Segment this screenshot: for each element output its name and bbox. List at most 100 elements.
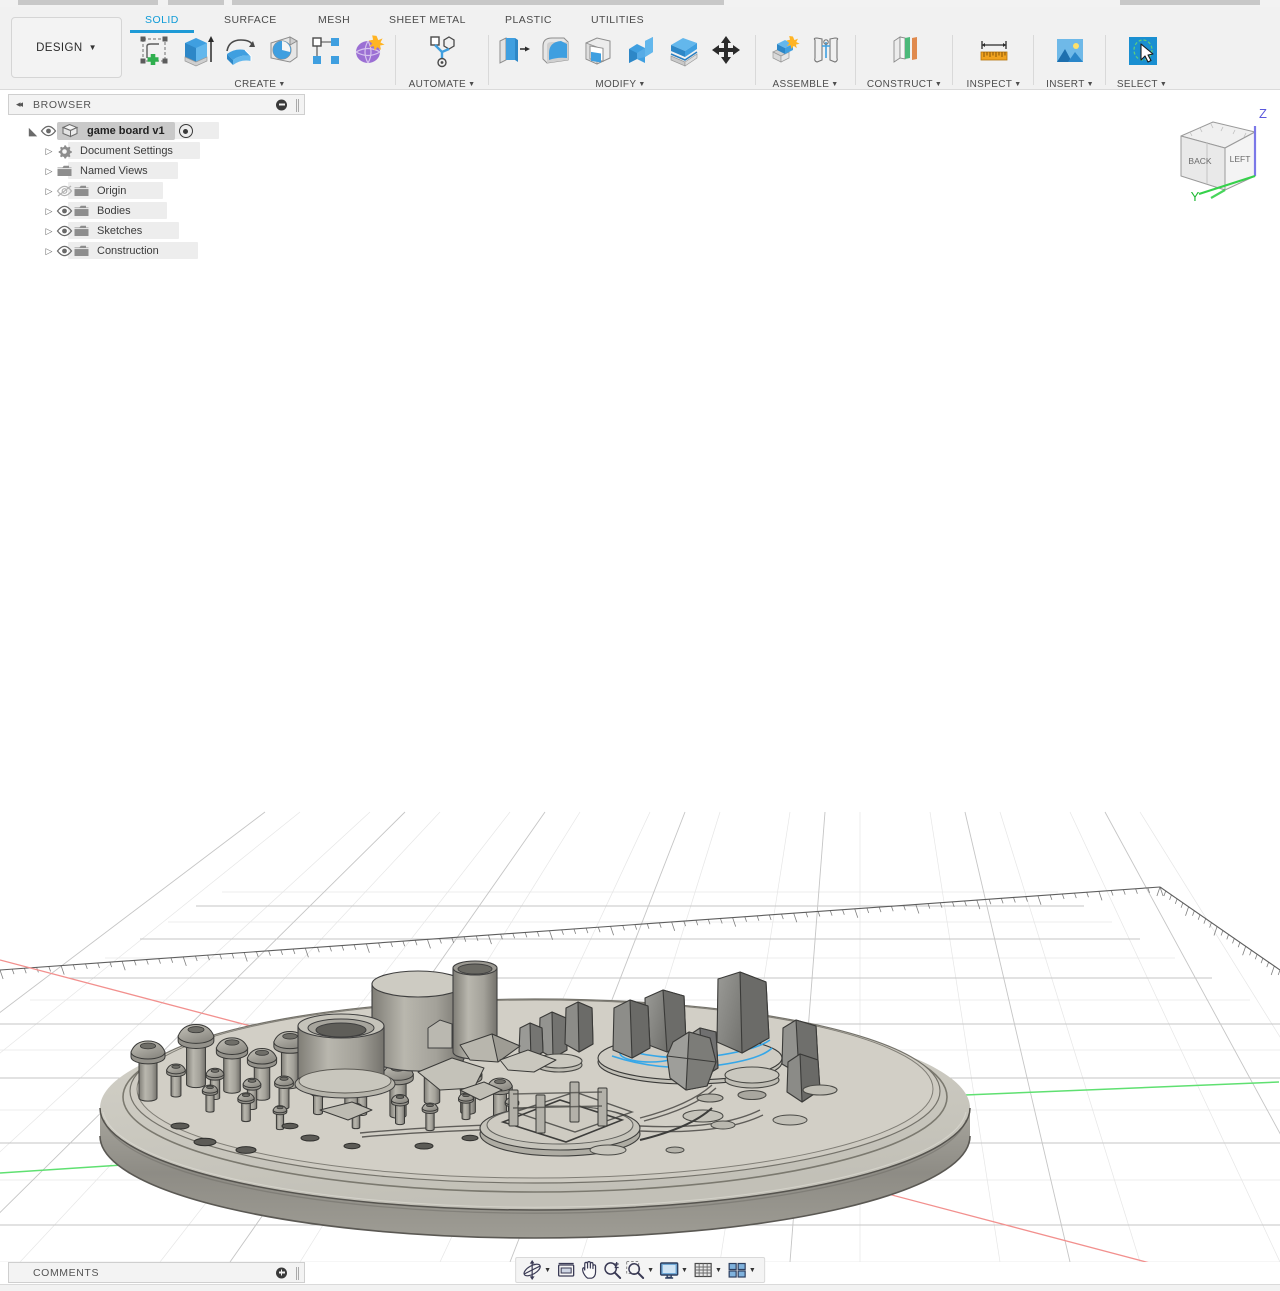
joint-icon[interactable]: [807, 32, 845, 72]
ribbon-tab-surface[interactable]: SURFACE: [224, 14, 277, 26]
offset-face-icon[interactable]: [665, 32, 703, 72]
zoom-icon[interactable]: [601, 1258, 623, 1282]
extrude-icon[interactable]: [178, 32, 216, 72]
pattern-icon[interactable]: [307, 32, 345, 72]
ribbon-tab-plastic[interactable]: PLASTIC: [505, 14, 552, 26]
viewcube-back-label: BACK: [1188, 156, 1211, 166]
view-cube[interactable]: BACK LEFT Z Y: [1159, 102, 1277, 202]
automate-icon[interactable]: [423, 32, 461, 72]
select-icon[interactable]: [1123, 32, 1161, 72]
browser-tree: ◢ game board v1▷Document Settings▷Named V…: [8, 115, 305, 261]
browser-tree-item-named-views[interactable]: ▷Named Views: [8, 161, 305, 181]
ribbon-group-label-insert[interactable]: INSERT▼: [1040, 79, 1100, 90]
revolve-icon[interactable]: [221, 32, 259, 72]
ribbon-group-label-assemble[interactable]: ASSEMBLE▼: [763, 79, 848, 90]
chevron-down-icon[interactable]: ▼: [681, 1267, 688, 1274]
chrome-seg-right: [1120, 0, 1260, 5]
shell-icon[interactable]: [579, 32, 617, 72]
fillet-icon[interactable]: [536, 32, 574, 72]
chevron-down-icon: ▼: [1014, 81, 1021, 88]
eye-hidden-icon[interactable]: [56, 184, 73, 198]
chevron-down-icon[interactable]: ▼: [715, 1267, 722, 1274]
ribbon-group-separator: [952, 35, 953, 85]
ribbon-tab-sheet-metal[interactable]: SHEET METAL: [389, 14, 466, 26]
ribbon-group-inspect: INSPECT▼: [960, 32, 1028, 90]
tree-item-label: Construction: [97, 245, 159, 257]
board-washer: [415, 1143, 433, 1149]
grid-snaps-icon[interactable]: ▼: [692, 1258, 725, 1282]
chevron-down-icon[interactable]: ▼: [749, 1267, 756, 1274]
new-component-icon[interactable]: [767, 32, 805, 72]
ribbon-group-separator: [855, 35, 856, 85]
eye-visible-icon[interactable]: [56, 224, 73, 238]
ribbon-group-label-create[interactable]: CREATE▼: [135, 79, 385, 90]
sweep-icon[interactable]: [264, 32, 302, 72]
ribbon-tab-label: SHEET METAL: [389, 14, 466, 26]
zoom-window-icon[interactable]: ▼: [624, 1258, 657, 1282]
expand-arrow-closed-icon[interactable]: ▷: [42, 146, 56, 157]
minus-circle-icon[interactable]: [276, 99, 287, 110]
eye-visible-icon[interactable]: [56, 204, 73, 218]
grid-ruler-ticks: [0, 887, 1280, 979]
browser-tree-item-game-board-v1[interactable]: ◢ game board v1: [8, 121, 305, 141]
viewcube-z-label: Z: [1259, 106, 1267, 121]
pan-icon[interactable]: [578, 1258, 600, 1282]
expand-arrow-closed-icon[interactable]: ▷: [42, 186, 56, 197]
ribbon-group-label-automate[interactable]: AUTOMATE▼: [400, 79, 484, 90]
ribbon-group-insert: INSERT▼: [1040, 32, 1100, 90]
comments-panel: COMMENTS: [8, 1262, 305, 1283]
combine-icon[interactable]: [622, 32, 660, 72]
ribbon-group-label-modify[interactable]: MODIFY▼: [493, 79, 748, 90]
look-at-icon[interactable]: [555, 1258, 577, 1282]
ribbon-tab-solid[interactable]: SOLID: [145, 14, 179, 26]
viewcube-left-label: LEFT: [1230, 154, 1251, 164]
chevron-down-icon: ▼: [935, 81, 942, 88]
insert-image-icon[interactable]: [1051, 32, 1089, 72]
ribbon-group-label-construct[interactable]: CONSTRUCT▼: [862, 79, 947, 90]
form-icon[interactable]: [350, 32, 388, 72]
orbit-icon[interactable]: ▼: [521, 1258, 554, 1282]
model-game-board[interactable]: [100, 961, 970, 1238]
chevron-down-icon[interactable]: ▼: [647, 1267, 654, 1274]
eye-visible-icon[interactable]: [56, 244, 73, 258]
ribbon-group-automate: AUTOMATE▼: [400, 32, 484, 90]
expand-arrow-closed-icon[interactable]: ▷: [42, 246, 56, 257]
activate-component-icon[interactable]: [179, 124, 193, 138]
browser-tree-item-bodies[interactable]: ▷Bodies: [8, 201, 305, 221]
browser-tree-item-construction[interactable]: ▷ Construction: [8, 241, 305, 261]
board-washer: [282, 1123, 298, 1128]
board-washer: [344, 1143, 360, 1148]
construct-plane-icon[interactable]: [886, 32, 924, 72]
ribbon-tab-mesh[interactable]: MESH: [318, 14, 350, 26]
folder-icon: [73, 204, 90, 218]
press-pull-icon[interactable]: [493, 32, 531, 72]
window-chrome-strip: [0, 0, 1280, 7]
ribbon-group-separator: [755, 35, 756, 85]
ribbon-group-assemble: ASSEMBLE▼: [763, 32, 848, 90]
ribbon-toolbar: DESIGN ▼ SOLIDSURFACEMESHSHEET METALPLAS…: [0, 7, 1280, 90]
3d-viewport[interactable]: BACK LEFT Z Y: [0, 90, 1280, 1262]
collapse-left-icon[interactable]: ◂◂: [16, 99, 21, 110]
eye-visible-icon[interactable]: [40, 124, 57, 138]
browser-tree-item-origin[interactable]: ▷Origin: [8, 181, 305, 201]
viewports-icon[interactable]: ▼: [726, 1258, 759, 1282]
expand-arrow-closed-icon[interactable]: ▷: [42, 226, 56, 237]
panel-resize-grip[interactable]: [296, 99, 299, 112]
chevron-down-icon[interactable]: ▼: [544, 1267, 551, 1274]
display-settings-icon[interactable]: ▼: [658, 1258, 691, 1282]
browser-tree-item-sketches[interactable]: ▷Sketches: [8, 221, 305, 241]
expand-arrow-closed-icon[interactable]: ▷: [42, 206, 56, 217]
ribbon-group-label-select[interactable]: SELECT▼: [1112, 79, 1172, 90]
plus-circle-icon[interactable]: [276, 1267, 287, 1278]
create-sketch-icon[interactable]: [135, 32, 173, 72]
expand-arrow-open-icon[interactable]: ◢: [26, 125, 40, 138]
panel-resize-grip[interactable]: [296, 1267, 299, 1280]
measure-icon[interactable]: [975, 32, 1013, 72]
ribbon-tab-utilities[interactable]: UTILITIES: [591, 14, 644, 26]
move-copy-icon[interactable]: [708, 32, 746, 72]
expand-arrow-closed-icon[interactable]: ▷: [42, 166, 56, 177]
root-component-chip[interactable]: game board v1: [57, 122, 175, 140]
viewport-canvas[interactable]: [0, 90, 1280, 1262]
browser-tree-item-document-settings[interactable]: ▷Document Settings: [8, 141, 305, 161]
ribbon-group-label-inspect[interactable]: INSPECT▼: [960, 79, 1028, 90]
